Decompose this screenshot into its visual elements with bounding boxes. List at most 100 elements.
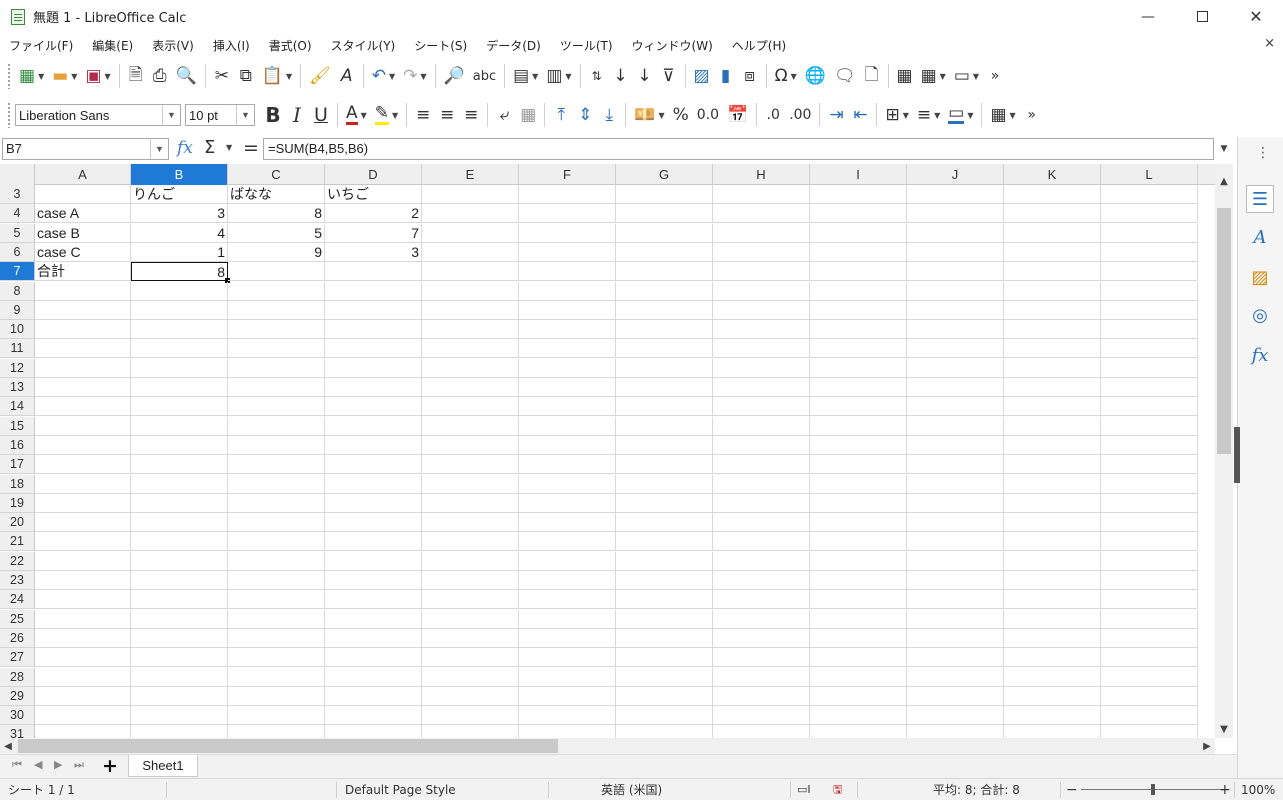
redo-button[interactable]: ↷ ▼ <box>399 62 430 90</box>
cell-k14[interactable] <box>1004 397 1101 417</box>
cell-k30[interactable] <box>1004 706 1101 726</box>
cell-b13[interactable] <box>131 378 228 397</box>
cell-f4[interactable] <box>519 204 616 224</box>
cell-k10[interactable] <box>1004 320 1101 340</box>
column-header-f[interactable]: F <box>519 164 616 185</box>
cell-e21[interactable] <box>422 532 519 552</box>
cell-e3[interactable] <box>422 185 519 204</box>
cell-b25[interactable] <box>131 609 228 629</box>
sidebar-menu-icon[interactable]: ⋮ <box>1256 145 1270 161</box>
close-window-button[interactable]: ✕ <box>1229 0 1283 33</box>
row-button[interactable]: ▤ ▼ <box>509 62 542 90</box>
cell-j15[interactable] <box>907 416 1004 436</box>
zoom-level[interactable]: 100% <box>1241 779 1275 800</box>
cell-l8[interactable] <box>1101 281 1198 301</box>
cell-d10[interactable] <box>325 320 422 340</box>
align-left-button[interactable]: ≡ <box>411 101 435 129</box>
cell-e6[interactable] <box>422 242 519 262</box>
sidebar-collapse-handle[interactable] <box>1234 427 1240 483</box>
cell-c11[interactable] <box>228 339 325 359</box>
cell-l25[interactable] <box>1101 609 1198 629</box>
cell-c7[interactable] <box>228 262 325 282</box>
cell-h22[interactable] <box>713 551 810 571</box>
cell-l11[interactable] <box>1101 339 1198 359</box>
cell-b18[interactable] <box>131 474 228 494</box>
cell-e12[interactable] <box>422 358 519 378</box>
number-format-button[interactable]: 0.0 <box>693 101 723 129</box>
cell-i5[interactable] <box>810 223 907 243</box>
cell-g23[interactable] <box>616 571 713 590</box>
chevron-down-icon[interactable]: ▼ <box>150 139 168 159</box>
cell-d22[interactable] <box>325 551 422 571</box>
cell-l24[interactable] <box>1101 590 1198 610</box>
cell-j16[interactable] <box>907 435 1004 455</box>
cell-l18[interactable] <box>1101 474 1198 494</box>
menu-format[interactable]: 書式(O) <box>260 37 322 54</box>
toolbar2-overflow-button[interactable]: » <box>1020 101 1044 129</box>
cell-g26[interactable] <box>616 628 713 648</box>
select-all-corner[interactable] <box>0 164 35 185</box>
cell-a27[interactable] <box>35 648 131 668</box>
cell-b8[interactable] <box>131 281 228 301</box>
cell-j23[interactable] <box>907 571 1004 590</box>
cell-f6[interactable] <box>519 242 616 262</box>
cell-g8[interactable] <box>616 281 713 301</box>
function-wizard-icon[interactable]: fx <box>177 138 193 158</box>
cell-h11[interactable] <box>713 339 810 359</box>
cell-i28[interactable] <box>810 667 907 687</box>
scroll-right-icon[interactable]: ▶ <box>1199 738 1215 754</box>
cell-j13[interactable] <box>907 378 1004 397</box>
menu-file[interactable]: ファイル(F) <box>0 37 83 54</box>
cell-h24[interactable] <box>713 590 810 610</box>
cell-l16[interactable] <box>1101 435 1198 455</box>
cell-d16[interactable] <box>325 435 422 455</box>
cell-e13[interactable] <box>422 378 519 397</box>
percent-format-button[interactable]: % <box>669 101 693 129</box>
cell-e9[interactable] <box>422 300 519 320</box>
gallery-icon[interactable]: ▨ <box>1246 263 1274 291</box>
cell-b12[interactable] <box>131 358 228 378</box>
cell-l22[interactable] <box>1101 551 1198 571</box>
cell-e24[interactable] <box>422 590 519 610</box>
document-modified-icon[interactable]: 🖫 <box>833 779 842 800</box>
cell-g11[interactable] <box>616 339 713 359</box>
special-character-button[interactable]: Ω ▼ <box>771 62 801 90</box>
cell-g17[interactable] <box>616 455 713 475</box>
cell-g6[interactable] <box>616 242 713 262</box>
cell-b11[interactable] <box>131 339 228 359</box>
spelling-button[interactable]: abc <box>469 62 500 90</box>
cell-d11[interactable] <box>325 339 422 359</box>
cell-c26[interactable] <box>228 628 325 648</box>
column-header-h[interactable]: H <box>713 164 810 185</box>
toolbar-overflow-button[interactable]: » <box>983 62 1007 90</box>
cell-a31[interactable] <box>35 725 131 738</box>
find-replace-button[interactable]: 🔎 <box>440 62 469 90</box>
cell-k25[interactable] <box>1004 609 1101 629</box>
cell-j30[interactable] <box>907 706 1004 726</box>
cell-e22[interactable] <box>422 551 519 571</box>
cell-d31[interactable] <box>325 725 422 738</box>
cell-f12[interactable] <box>519 358 616 378</box>
bold-button[interactable]: B <box>261 101 285 129</box>
cell-h25[interactable] <box>713 609 810 629</box>
cell-d6[interactable]: 3 <box>325 242 422 262</box>
cell-b14[interactable] <box>131 397 228 417</box>
menu-styles[interactable]: スタイル(Y) <box>322 37 406 54</box>
cell-d4[interactable]: 2 <box>325 204 422 224</box>
cell-l17[interactable] <box>1101 455 1198 475</box>
column-header-g[interactable]: G <box>616 164 713 185</box>
menu-insert[interactable]: 挿入(I) <box>204 37 260 54</box>
cell-i19[interactable] <box>810 493 907 513</box>
row-header-21[interactable]: 21 <box>0 532 35 552</box>
autofilter-button[interactable]: ⊽ <box>657 62 681 90</box>
chevron-down-icon[interactable]: ▼ <box>162 105 180 125</box>
cell-l30[interactable] <box>1101 706 1198 726</box>
cell-h17[interactable] <box>713 455 810 475</box>
cell-k6[interactable] <box>1004 242 1101 262</box>
cell-h19[interactable] <box>713 493 810 513</box>
cell-a30[interactable] <box>35 706 131 726</box>
cell-k5[interactable] <box>1004 223 1101 243</box>
cell-h16[interactable] <box>713 435 810 455</box>
cell-i23[interactable] <box>810 571 907 590</box>
cell-a19[interactable] <box>35 493 131 513</box>
